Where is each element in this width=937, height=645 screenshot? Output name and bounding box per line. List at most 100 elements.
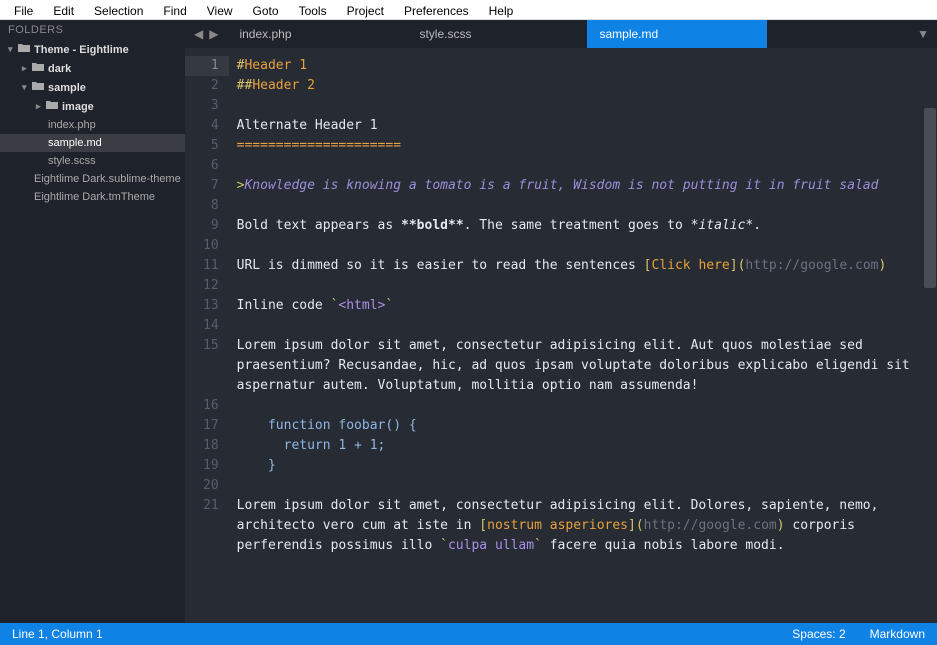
disclosure-arrow-icon[interactable]: ▾ — [22, 82, 32, 93]
file-style-scss[interactable]: style.scss — [0, 152, 185, 170]
line-number[interactable]: 2 — [203, 76, 219, 96]
statusbar: Line 1, Column 1 Spaces: 2 Markdown — [0, 623, 937, 645]
editor-area: ◀ ▶ index.phpstyle.scsssample.md ▼ 12345… — [185, 20, 937, 623]
tree-item-label: sample — [48, 82, 86, 94]
code-line[interactable] — [237, 196, 929, 216]
code-line[interactable]: Bold text appears as **bold**. The same … — [237, 216, 929, 236]
line-number[interactable]: 18 — [203, 436, 219, 456]
line-number[interactable]: 14 — [203, 316, 219, 336]
line-number[interactable]: 20 — [203, 476, 219, 496]
line-number[interactable]: 11 — [203, 256, 219, 276]
menu-edit[interactable]: Edit — [43, 2, 84, 17]
folder-icon — [32, 81, 44, 94]
folder-icon — [32, 62, 44, 75]
line-number[interactable]: 16 — [203, 396, 219, 416]
tab-index-php[interactable]: index.php — [227, 20, 407, 48]
menu-find[interactable]: Find — [153, 2, 196, 17]
scrollbar-vertical[interactable] — [923, 48, 937, 623]
menu-preferences[interactable]: Preferences — [394, 2, 479, 17]
folder-image[interactable]: ▸ image — [0, 97, 185, 116]
menubar: FileEditSelectionFindViewGotoToolsProjec… — [0, 0, 937, 20]
code-line[interactable] — [237, 396, 929, 416]
tab-sample-md[interactable]: sample.md — [587, 20, 767, 48]
tab-history-nav[interactable]: ◀ ▶ — [185, 20, 227, 48]
line-number[interactable]: 10 — [203, 236, 219, 256]
file-sample-md[interactable]: sample.md — [0, 134, 185, 152]
folder-sample[interactable]: ▾ sample — [0, 78, 185, 97]
line-number[interactable]: 21 — [203, 496, 219, 556]
disclosure-arrow-icon[interactable]: ▸ — [22, 63, 32, 74]
menu-view[interactable]: View — [197, 2, 243, 17]
tab-style-scss[interactable]: style.scss — [407, 20, 587, 48]
code-line[interactable]: } — [237, 456, 929, 476]
line-number[interactable]: 6 — [203, 156, 219, 176]
code-line[interactable]: URL is dimmed so it is easier to read th… — [237, 256, 929, 276]
code-line[interactable]: Inline code `<html>` — [237, 296, 929, 316]
file-index-php[interactable]: index.php — [0, 116, 185, 134]
tree-item-label: index.php — [48, 119, 96, 131]
folder-dark[interactable]: ▸dark — [0, 59, 185, 78]
line-number[interactable]: 3 — [203, 96, 219, 116]
code-line[interactable] — [237, 236, 929, 256]
code-line[interactable]: Lorem ipsum dolor sit amet, consectetur … — [237, 336, 929, 396]
main-area: FOLDERS ▾Theme - Eightlime▸dark▾sample▸i… — [0, 20, 937, 623]
tabbar: ◀ ▶ index.phpstyle.scsssample.md ▼ — [185, 20, 937, 48]
code-line[interactable]: >Knowledge is knowing a tomato is a frui… — [237, 176, 929, 196]
line-number[interactable]: 15 — [203, 336, 219, 396]
line-number[interactable]: 7 — [203, 176, 219, 196]
tree-item-label: Eightlime Dark.tmTheme — [34, 191, 155, 203]
line-number[interactable]: 9 — [203, 216, 219, 236]
line-number[interactable]: 4 — [203, 116, 219, 136]
file-tree: ▾Theme - Eightlime▸dark▾sample▸imageinde… — [0, 40, 185, 206]
status-syntax[interactable]: Markdown — [870, 627, 925, 641]
code-line[interactable]: function foobar() { — [237, 416, 929, 436]
tree-item-label: sample.md — [48, 137, 102, 149]
code-line[interactable]: #Header 1 — [237, 56, 929, 76]
folder-icon — [46, 100, 58, 113]
code-line[interactable] — [237, 316, 929, 336]
code-line[interactable]: return 1 + 1; — [237, 436, 929, 456]
code-line[interactable] — [237, 276, 929, 296]
disclosure-arrow-icon[interactable]: ▸ — [36, 101, 46, 112]
line-number[interactable]: 8 — [203, 196, 219, 216]
sidebar-header: FOLDERS — [0, 20, 185, 40]
line-number[interactable]: 1 — [185, 56, 229, 76]
code-line[interactable]: ##Header 2 — [237, 76, 929, 96]
tree-item-label: Eightlime Dark.sublime-theme — [34, 173, 181, 185]
menu-goto[interactable]: Goto — [243, 2, 289, 17]
gutter: 123456789101112131415161718192021 — [185, 48, 229, 623]
folder-theme-eightlime[interactable]: ▾ Theme - Eightlime — [0, 40, 185, 59]
code-line[interactable] — [237, 156, 929, 176]
code-line[interactable] — [237, 476, 929, 496]
menu-tools[interactable]: Tools — [289, 2, 337, 17]
line-number[interactable]: 17 — [203, 416, 219, 436]
code-line[interactable] — [237, 96, 929, 116]
folder-icon — [18, 43, 30, 56]
menu-help[interactable]: Help — [479, 2, 524, 17]
line-number[interactable]: 19 — [203, 456, 219, 476]
file-eightlime-dark-sublime-theme[interactable]: Eightlime Dark.sublime-theme — [0, 170, 185, 188]
back-icon[interactable]: ◀ — [191, 27, 206, 41]
code-line[interactable]: Alternate Header 1 — [237, 116, 929, 136]
tree-item-label: style.scss — [48, 155, 96, 167]
disclosure-arrow-icon[interactable]: ▾ — [8, 44, 18, 55]
sidebar: FOLDERS ▾Theme - Eightlime▸dark▾sample▸i… — [0, 20, 185, 623]
menu-selection[interactable]: Selection — [84, 2, 153, 17]
file-eightlime-dark-tmtheme[interactable]: Eightlime Dark.tmTheme — [0, 188, 185, 206]
menu-file[interactable]: File — [4, 2, 43, 17]
code-line[interactable]: Lorem ipsum dolor sit amet, consectetur … — [237, 496, 929, 556]
line-number[interactable]: 13 — [203, 296, 219, 316]
tree-item-label: Theme - Eightlime — [34, 44, 129, 56]
line-number[interactable]: 12 — [203, 276, 219, 296]
menu-project[interactable]: Project — [337, 2, 394, 17]
code-area[interactable]: #Header 1##Header 2 Alternate Header 1==… — [229, 48, 937, 623]
status-spaces[interactable]: Spaces: 2 — [792, 627, 845, 641]
status-position[interactable]: Line 1, Column 1 — [12, 627, 768, 641]
code-line[interactable]: ===================== — [237, 136, 929, 156]
line-number[interactable]: 5 — [203, 136, 219, 156]
forward-icon[interactable]: ▶ — [206, 27, 221, 41]
editor[interactable]: 123456789101112131415161718192021 #Heade… — [185, 48, 937, 623]
tree-item-label: image — [62, 101, 94, 113]
tab-overflow[interactable]: ▼ — [767, 20, 937, 48]
scrollbar-thumb[interactable] — [924, 108, 936, 288]
